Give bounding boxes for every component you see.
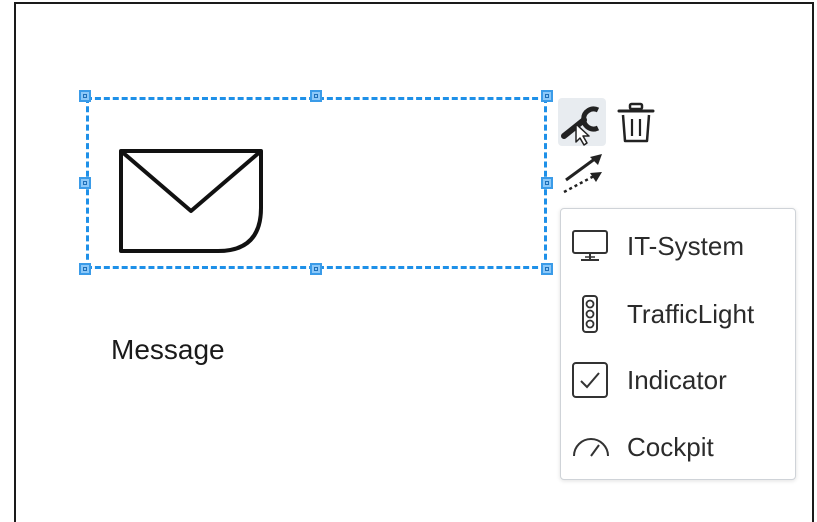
resize-handle-bottom[interactable] [310, 263, 322, 275]
menu-item-label: Cockpit [627, 431, 714, 462]
traffic-light-icon [571, 294, 613, 334]
trash-icon [617, 102, 655, 143]
gauge-icon [571, 427, 613, 467]
resize-handle-bottom-right[interactable] [541, 263, 553, 275]
menu-item-label: IT-System [627, 230, 745, 261]
menu-item-cockpit[interactable]: Cockpit [571, 422, 793, 472]
shape-type-menu: IT-System TrafficLight Indicator Cockpit [560, 208, 796, 480]
checkbox-icon [571, 360, 613, 400]
menu-item-traffic-light[interactable]: TrafficLight [571, 289, 793, 339]
change-type-button[interactable] [558, 98, 606, 146]
resize-handle-top-left[interactable] [79, 90, 91, 102]
resize-handle-bottom-left[interactable] [79, 263, 91, 275]
shape-label[interactable]: Message [111, 334, 225, 366]
wrench-icon [561, 106, 600, 146]
menu-item-indicator[interactable]: Indicator [571, 355, 793, 405]
envelope-icon[interactable] [118, 148, 266, 256]
resize-handle-right[interactable] [541, 177, 553, 189]
resize-handle-left[interactable] [79, 177, 91, 189]
connector-arrow-icon [563, 154, 602, 194]
menu-item-label: TrafficLight [627, 298, 755, 329]
menu-item-label: Indicator [627, 364, 727, 395]
resize-handle-top-right[interactable] [541, 90, 553, 102]
menu-item-it-system[interactable]: IT-System [571, 221, 793, 271]
delete-button[interactable] [616, 102, 656, 144]
resize-handle-top[interactable] [310, 90, 322, 102]
monitor-icon [571, 226, 613, 266]
connect-button[interactable] [560, 152, 606, 196]
